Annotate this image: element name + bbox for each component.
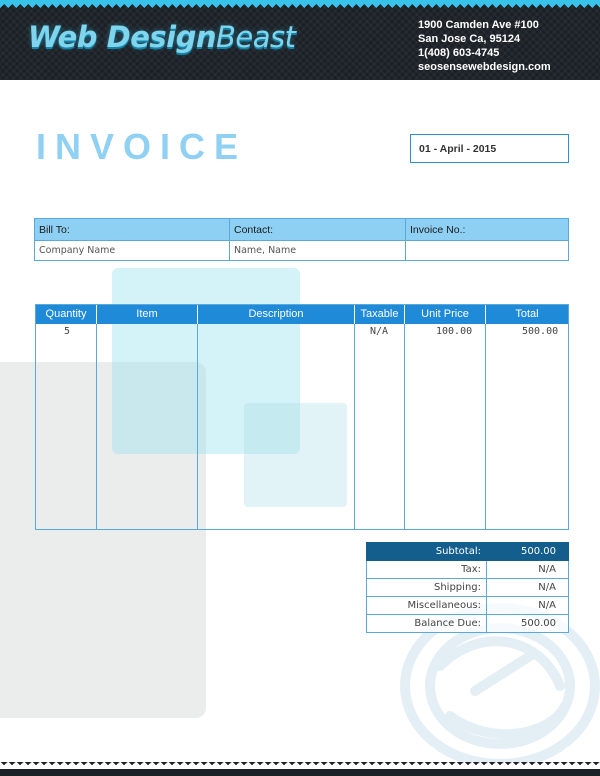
tax-label: Tax:	[366, 560, 487, 579]
subtotal-row: Subtotal: 500.00	[366, 542, 569, 561]
column-divider	[404, 324, 405, 529]
row-quantity[interactable]: 5	[64, 326, 70, 337]
items-header-row: Quantity Item Description Taxable Unit P…	[36, 305, 568, 324]
balance-due-value[interactable]: 500.00	[486, 614, 569, 633]
header-band: Web DesignBeast 1900 Camden Ave #100 San…	[0, 0, 600, 80]
footer-zigzag-border	[0, 762, 600, 776]
total-header: Total	[515, 308, 539, 320]
bill-to-table: Bill To: Contact: Invoice No.: Company N…	[34, 218, 569, 261]
bill-to-value-row: Company Name Name, Name	[34, 240, 569, 261]
balance-due-label: Balance Due:	[366, 614, 487, 633]
miscellaneous-value[interactable]: N/A	[486, 596, 569, 615]
logo-text-secondary: Beast	[216, 20, 296, 54]
miscellaneous-row: Miscellaneous: N/A	[366, 596, 569, 615]
contact-header: Contact:	[229, 218, 406, 241]
description-header: Description	[198, 305, 355, 324]
column-divider	[96, 324, 97, 529]
shipping-value[interactable]: N/A	[486, 578, 569, 597]
bill-to-value[interactable]: Company Name	[34, 240, 230, 261]
row-unit-price[interactable]: 100.00	[436, 326, 472, 337]
invoice-date-field[interactable]: 01 - April - 2015	[410, 134, 569, 163]
shipping-label: Shipping:	[366, 578, 487, 597]
invoice-number-value[interactable]	[405, 240, 569, 261]
header-zigzag-border	[0, 0, 600, 8]
tax-value[interactable]: N/A	[486, 560, 569, 579]
tax-row: Tax: N/A	[366, 560, 569, 579]
miscellaneous-label: Miscellaneous:	[366, 596, 487, 615]
invoice-title: INVOICE	[36, 126, 248, 167]
subtotal-label: Subtotal:	[366, 542, 487, 561]
invoice-number-header: Invoice No.:	[405, 218, 569, 241]
column-divider	[197, 324, 198, 529]
phone-number: 1(408) 603-4745	[418, 47, 500, 59]
bill-to-header: Bill To:	[34, 218, 230, 241]
subtotal-value[interactable]: 500.00	[486, 542, 569, 561]
website: seosensewebdesign.com	[418, 61, 551, 73]
bill-to-header-row: Bill To: Contact: Invoice No.:	[34, 218, 569, 241]
totals-table: Subtotal: 500.00 Tax: N/A Shipping: N/A …	[366, 542, 569, 633]
item-header: Item	[97, 305, 198, 324]
address-line: San Jose Ca, 95124	[418, 33, 521, 45]
column-divider	[485, 324, 486, 529]
quantity-header: Quantity	[36, 305, 97, 324]
row-total[interactable]: 500.00	[522, 326, 558, 337]
company-logo: Web DesignBeast	[28, 20, 296, 60]
contact-value[interactable]: Name, Name	[229, 240, 406, 261]
balance-due-row: Balance Due: 500.00	[366, 614, 569, 633]
column-divider	[354, 324, 355, 529]
company-address: 1900 Camden Ave #100 San Jose Ca, 95124 …	[418, 18, 551, 74]
address-line: 1900 Camden Ave #100	[418, 19, 539, 31]
shipping-row: Shipping: N/A	[366, 578, 569, 597]
logo-text-primary: Web Design	[28, 20, 217, 54]
items-table: Quantity Item Description Taxable Unit P…	[35, 304, 569, 530]
taxable-header: Taxable	[355, 305, 405, 324]
row-taxable[interactable]: N/A	[370, 326, 388, 337]
unit-price-header: Unit Price	[405, 305, 486, 324]
